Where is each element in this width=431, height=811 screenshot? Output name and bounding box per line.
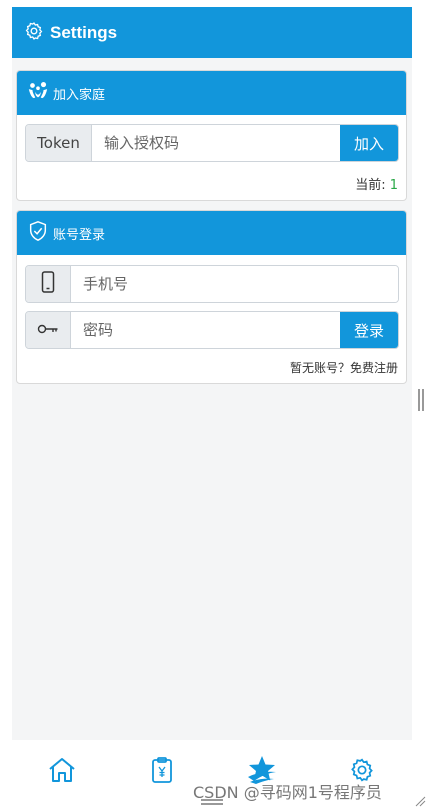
- account-login-card: 账号登录 手机号 登录 暂无账号？免费注册: [16, 210, 407, 384]
- gear-icon: [24, 21, 44, 45]
- nav-item-home[interactable]: [42, 752, 82, 792]
- password-input-group: 登录: [25, 311, 399, 349]
- home-icon: [47, 755, 77, 789]
- vertical-resize-handle[interactable]: [418, 389, 424, 411]
- password-addon: [26, 312, 71, 348]
- account-login-title: 账号登录: [53, 227, 106, 243]
- key-icon: [37, 321, 59, 339]
- mobile-phone-icon: [41, 271, 55, 297]
- shield-check-icon: [27, 220, 49, 246]
- clipboard-yen-icon: [149, 756, 175, 788]
- watermark-text: CSDN @寻码网1号程序员: [193, 783, 382, 802]
- login-button[interactable]: 登录: [340, 312, 398, 348]
- token-input-group: Token 加入: [25, 124, 399, 162]
- top-bar: Settings: [12, 7, 412, 58]
- join-family-title: 加入家庭: [53, 87, 106, 103]
- join-button[interactable]: 加入: [340, 125, 398, 161]
- phone-input[interactable]: [71, 266, 398, 302]
- nav-item-bill[interactable]: [142, 752, 182, 792]
- account-login-header: 账号登录: [17, 211, 406, 255]
- phone-input-group: [25, 265, 399, 303]
- current-value: 1: [389, 178, 398, 193]
- join-family-card: 加入家庭 Token 加入 当前: 1: [16, 70, 407, 201]
- register-link[interactable]: 暂无账号？免费注册: [290, 359, 398, 376]
- phone-addon: [26, 266, 71, 302]
- token-input[interactable]: [92, 125, 340, 161]
- resize-corner-icon[interactable]: [414, 792, 426, 807]
- current-label: 当前:: [355, 178, 386, 193]
- join-family-header: 加入家庭: [17, 71, 406, 115]
- password-input[interactable]: [71, 312, 340, 348]
- token-label: Token: [26, 125, 92, 161]
- current-count: 当前: 1: [355, 174, 398, 193]
- app-screen: Settings 加入家庭 Token 加入 当前: 1: [12, 7, 412, 804]
- page-title: Settings: [50, 22, 118, 42]
- family-icon: [27, 80, 49, 106]
